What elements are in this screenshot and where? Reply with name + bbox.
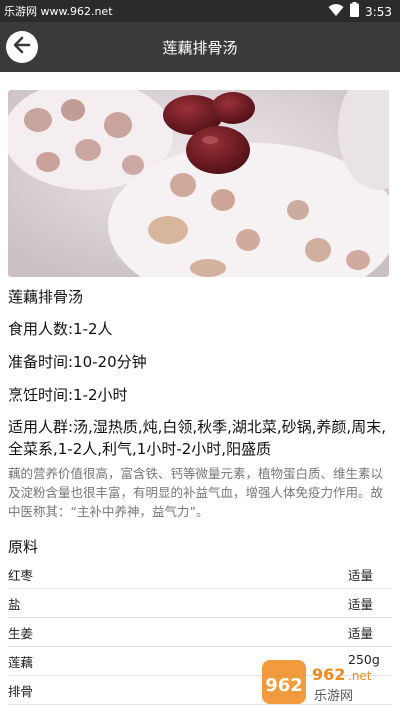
recipe-photo bbox=[8, 90, 389, 277]
ingredient-row: 红枣 适量 bbox=[8, 560, 392, 589]
ingredient-row: 盐 适量 bbox=[8, 589, 392, 618]
svg-text:962: 962 bbox=[312, 665, 345, 684]
recipe-suitable: 适用人群:汤,湿热质,炖,白领,秋季,湖北菜,砂锅,养颜,周末,全菜系,1-2人… bbox=[8, 418, 386, 458]
status-bar: 乐游网 www.962.net 3:53 bbox=[0, 0, 400, 22]
status-watermark: 乐游网 www.962.net bbox=[4, 5, 113, 18]
app-bar: 莲藕排骨汤 bbox=[0, 22, 400, 72]
svg-text:962: 962 bbox=[265, 675, 303, 696]
ingredient-amount: 适量 bbox=[348, 568, 374, 583]
ingredient-name: 盐 bbox=[8, 597, 21, 612]
watermark-logo: 962 962 .net 乐游网 bbox=[260, 658, 396, 706]
wifi-icon bbox=[328, 2, 344, 21]
ingredient-name: 排骨 bbox=[8, 684, 34, 699]
ingredient-name: 红枣 bbox=[8, 568, 34, 583]
ingredient-amount: 适量 bbox=[348, 597, 374, 612]
recipe-prep-time: 准备时间:10-20分钟 bbox=[8, 353, 147, 371]
recipe-servings: 食用人数:1-2人 bbox=[8, 320, 113, 338]
ingredient-row: 生姜 适量 bbox=[8, 618, 392, 647]
status-icons: 3:53 bbox=[328, 2, 392, 21]
page-title: 莲藕排骨汤 bbox=[162, 39, 238, 57]
ingredients-title: 原料 bbox=[8, 538, 39, 556]
status-time: 3:53 bbox=[365, 4, 392, 19]
svg-text:.net: .net bbox=[348, 669, 372, 683]
recipe-cook-time: 烹饪时间:1-2小时 bbox=[8, 386, 128, 404]
ingredient-name: 莲藕 bbox=[8, 655, 34, 670]
recipe-description: 藕的营养价值很高，富含铁、钙等微量元素，植物蛋白质、维生素以及淀粉含量也很丰富，… bbox=[8, 466, 384, 519]
svg-text:乐游网: 乐游网 bbox=[314, 689, 353, 704]
battery-icon bbox=[350, 2, 360, 21]
ingredient-amount: 适量 bbox=[348, 626, 374, 641]
ingredient-name: 生姜 bbox=[8, 626, 34, 641]
recipe-name: 莲藕排骨汤 bbox=[8, 288, 84, 306]
